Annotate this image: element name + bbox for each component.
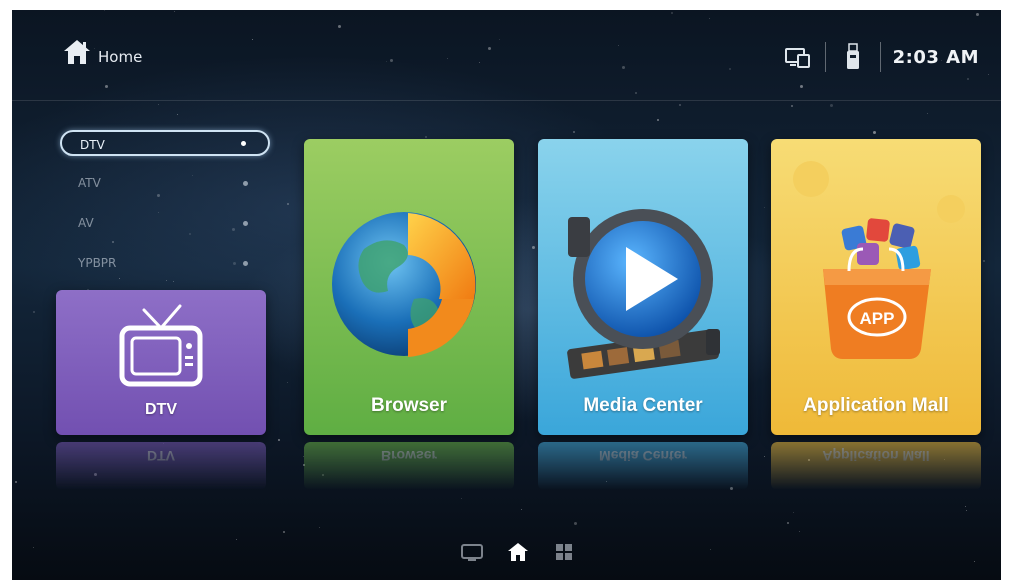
apps-grid-icon[interactable] xyxy=(552,541,576,563)
source-item-atv[interactable]: ATV xyxy=(60,170,270,196)
top-bar: Home 2:03 AM xyxy=(12,10,1001,100)
browser-tile[interactable]: Browser xyxy=(304,139,514,435)
star xyxy=(657,118,660,121)
star xyxy=(283,530,286,533)
star xyxy=(278,439,281,442)
star xyxy=(235,539,237,541)
reflection-label: Application Mall xyxy=(822,448,930,464)
star xyxy=(790,105,793,108)
source-dot xyxy=(243,261,248,266)
source-dot xyxy=(243,221,248,226)
page-title: Home xyxy=(98,48,143,66)
home-icon[interactable] xyxy=(506,541,530,563)
star xyxy=(964,506,966,508)
source-item-label: YPBPR xyxy=(78,256,117,270)
bottom-nav xyxy=(448,540,588,564)
header-divider xyxy=(12,100,1001,101)
star xyxy=(787,522,790,525)
tile-label: Application Mall xyxy=(803,395,949,416)
source-item-label: AV xyxy=(78,216,94,230)
application-mall-tile-reflection: Application Mall xyxy=(771,442,981,490)
source-dot xyxy=(243,181,248,186)
star xyxy=(425,135,428,138)
status-divider xyxy=(824,42,826,72)
star xyxy=(872,131,876,135)
media-center-tile-reflection: Media Center xyxy=(538,442,748,490)
star xyxy=(830,104,834,108)
star xyxy=(32,310,35,313)
source-item-dtv[interactable]: DTV xyxy=(60,130,270,156)
status-divider xyxy=(879,42,881,72)
star xyxy=(678,104,681,107)
status-area: 2:03 AM xyxy=(783,40,979,74)
play-film-icon xyxy=(567,209,720,379)
star xyxy=(965,510,967,512)
star xyxy=(461,498,463,500)
home-icon xyxy=(62,38,92,66)
reflection-label: DTV xyxy=(147,448,175,464)
star xyxy=(158,103,160,105)
source-list: DTV ATV AV YPBPR xyxy=(60,130,270,290)
star xyxy=(177,114,179,116)
star xyxy=(710,548,712,550)
star xyxy=(532,246,536,250)
app-badge: APP xyxy=(860,309,895,328)
tile-label: Browser xyxy=(370,395,448,416)
source-item-label: DTV xyxy=(80,138,105,152)
star xyxy=(572,130,575,133)
star xyxy=(798,531,800,533)
application-mall-tile[interactable]: APP Application Mall xyxy=(771,139,981,435)
star xyxy=(793,511,795,513)
tile-label: Media Center xyxy=(583,395,703,416)
dtv-tile[interactable]: DTV xyxy=(56,290,266,435)
star xyxy=(520,508,522,510)
star xyxy=(14,481,17,484)
reflection-label: Media Center xyxy=(599,448,687,464)
star xyxy=(33,547,35,549)
globe-icon xyxy=(332,212,476,357)
reflection-label: Browser xyxy=(380,448,438,464)
star xyxy=(982,259,985,262)
star xyxy=(764,206,766,208)
media-center-tile[interactable]: Media Center xyxy=(538,139,748,435)
source-dot xyxy=(241,141,246,146)
star xyxy=(286,381,288,383)
source-item-ypbpr[interactable]: YPBPR xyxy=(60,250,270,276)
screen-mirror-icon[interactable] xyxy=(783,42,813,72)
app-bag-icon: APP xyxy=(793,161,965,359)
star xyxy=(318,526,320,528)
tv-mode-icon[interactable] xyxy=(460,541,484,563)
tv-home-screen: Home 2:03 AM DTV ATV AV YPBPR DTV Browse… xyxy=(12,10,1001,580)
tile-label: DTV xyxy=(145,401,177,418)
source-item-av[interactable]: AV xyxy=(60,210,270,236)
star xyxy=(573,521,577,525)
star xyxy=(286,203,289,206)
browser-tile-reflection: Browser xyxy=(304,442,514,490)
star xyxy=(974,560,976,562)
dtv-tile-reflection: DTV xyxy=(56,442,266,490)
star xyxy=(763,455,765,457)
usb-drive-icon[interactable] xyxy=(838,42,868,72)
source-item-label: ATV xyxy=(78,176,101,190)
clock: 2:03 AM xyxy=(892,46,979,68)
star xyxy=(927,113,929,115)
